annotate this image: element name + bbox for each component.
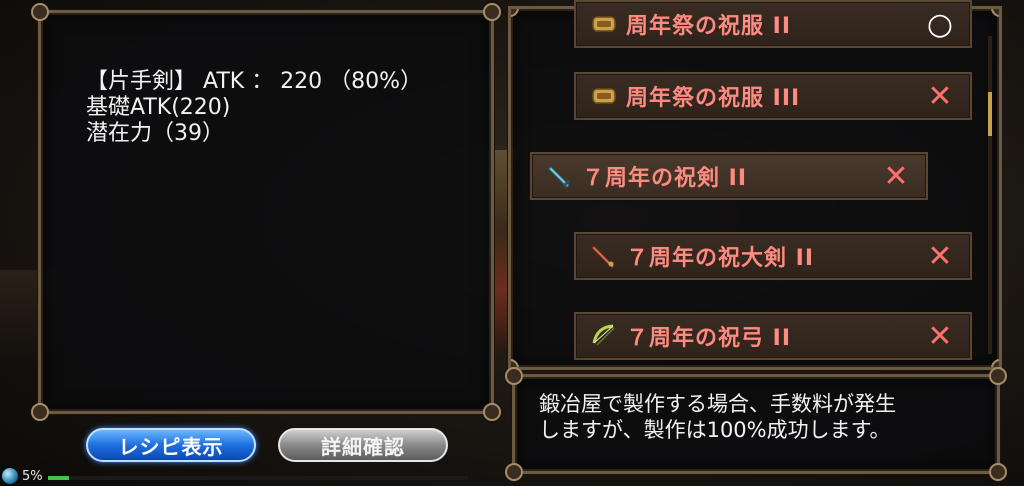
sword-icon (546, 162, 574, 190)
scroll-thumb[interactable] (988, 92, 992, 136)
recipe-item-anniversary-outfit-2[interactable]: 周年祭の祝服 II ○ (574, 0, 972, 48)
potential-line: 潜在力（39） (86, 121, 224, 146)
orb-icon (2, 468, 18, 484)
recipe-item-name: 周年祭の祝服 II (626, 14, 792, 39)
weapon-stats: 【片手剣】 ATK ： 220 （80%） 基礎ATK(220) 潜在力（39） (86, 69, 422, 147)
corner-ornament (31, 3, 49, 21)
corner-ornament (483, 403, 501, 421)
description-line: 鍛冶屋で製作する場合、手数料が発生 (539, 392, 896, 416)
recipe-item-7th-sword-2[interactable]: ７周年の祝剣 II ✕ (530, 152, 928, 200)
detail-confirm-button[interactable]: 詳細確認 (278, 428, 448, 462)
description-panel: 鍛冶屋で製作する場合、手数料が発生 しますが、製作は100%成功します。 (505, 367, 1007, 481)
corner-ornament (991, 9, 999, 17)
show-recipe-button[interactable]: レシピ表示 (86, 428, 256, 462)
corner-ornament (989, 463, 1007, 481)
progress-fill (48, 476, 69, 480)
description-line: しますが、製作は100%成功します。 (539, 418, 891, 442)
outfit-icon (590, 10, 618, 38)
recipe-item-name: 周年祭の祝服 III (626, 86, 801, 111)
weapon-atk-line: 【片手剣】 ATK ： 220 （80%） (86, 69, 423, 94)
base-atk-line: 基礎ATK(220) (86, 95, 231, 120)
status-cross-icon: ✕ (927, 78, 953, 114)
recipe-item-name: ７周年の祝剣 II (582, 166, 748, 191)
corner-ornament (505, 463, 523, 481)
corner-ornament (511, 9, 519, 17)
recipe-item-7th-greatsword-2[interactable]: ７周年の祝大剣 II ✕ (574, 232, 972, 280)
status-cross-icon: ✕ (927, 238, 953, 274)
description-text: 鍛冶屋で製作する場合、手数料が発生 しますが、製作は100%成功します。 (539, 391, 989, 443)
progress-bar (48, 476, 468, 480)
recipe-list-scrollbar[interactable] (988, 36, 992, 354)
corner-ornament (989, 367, 1007, 385)
recipe-item-7th-bow-2[interactable]: ７周年の祝弓 II ✕ (574, 312, 972, 360)
status-bar: 5% (2, 466, 43, 486)
progress-percent: 5% (22, 468, 43, 484)
corner-ornament (505, 367, 523, 385)
greatsword-icon (590, 242, 618, 270)
bow-icon (590, 322, 618, 350)
recipe-item-name: ７周年の祝弓 II (626, 326, 792, 351)
outfit-icon (590, 82, 618, 110)
status-circle-icon: ○ (926, 6, 954, 42)
weapon-info-panel: 【片手剣】 ATK ： 220 （80%） 基礎ATK(220) 潜在力（39） (31, 3, 501, 421)
recipe-item-anniversary-outfit-3[interactable]: 周年祭の祝服 III ✕ (574, 72, 972, 120)
status-cross-icon: ✕ (883, 158, 909, 194)
status-cross-icon: ✕ (927, 318, 953, 354)
recipe-item-name: ７周年の祝大剣 II (626, 246, 815, 271)
corner-ornament (31, 403, 49, 421)
corner-ornament (483, 3, 501, 21)
